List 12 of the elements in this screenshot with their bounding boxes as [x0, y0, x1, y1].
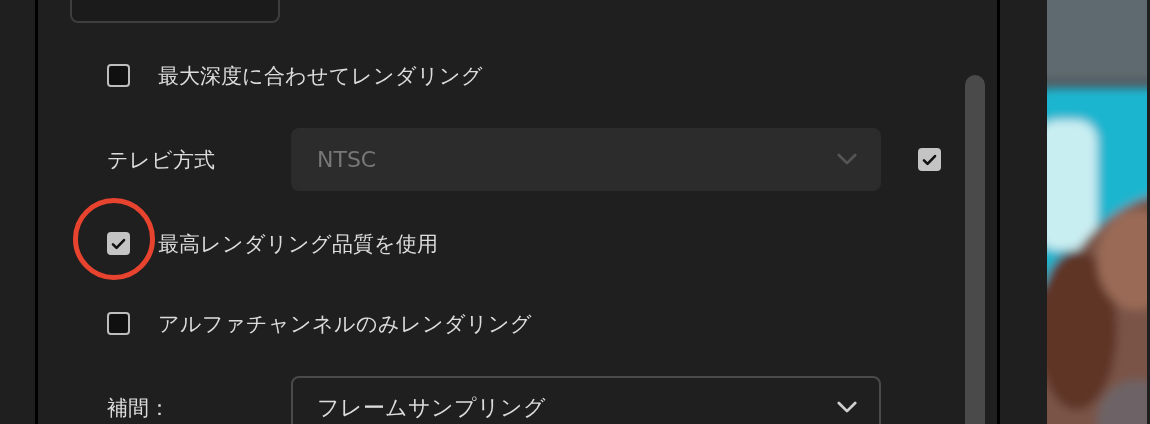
checkbox[interactable]	[107, 312, 130, 335]
checkbox-label: アルファチャンネルのみレンダリング	[158, 310, 532, 338]
checkbox-label: 最高レンダリング品質を使用	[158, 230, 438, 258]
checkbox[interactable]	[107, 64, 130, 87]
scrollbar[interactable]	[965, 75, 985, 424]
field-label: 補間：	[107, 394, 171, 422]
field-label: テレビ方式	[107, 146, 216, 174]
chevron-icon	[837, 401, 857, 414]
checkbox[interactable]	[107, 232, 130, 255]
checkbox-label: 最大深度に合わせてレンダリング	[158, 62, 483, 90]
chevron-icon	[837, 153, 857, 166]
dropdown[interactable]: フレームサンプリング	[291, 376, 881, 424]
